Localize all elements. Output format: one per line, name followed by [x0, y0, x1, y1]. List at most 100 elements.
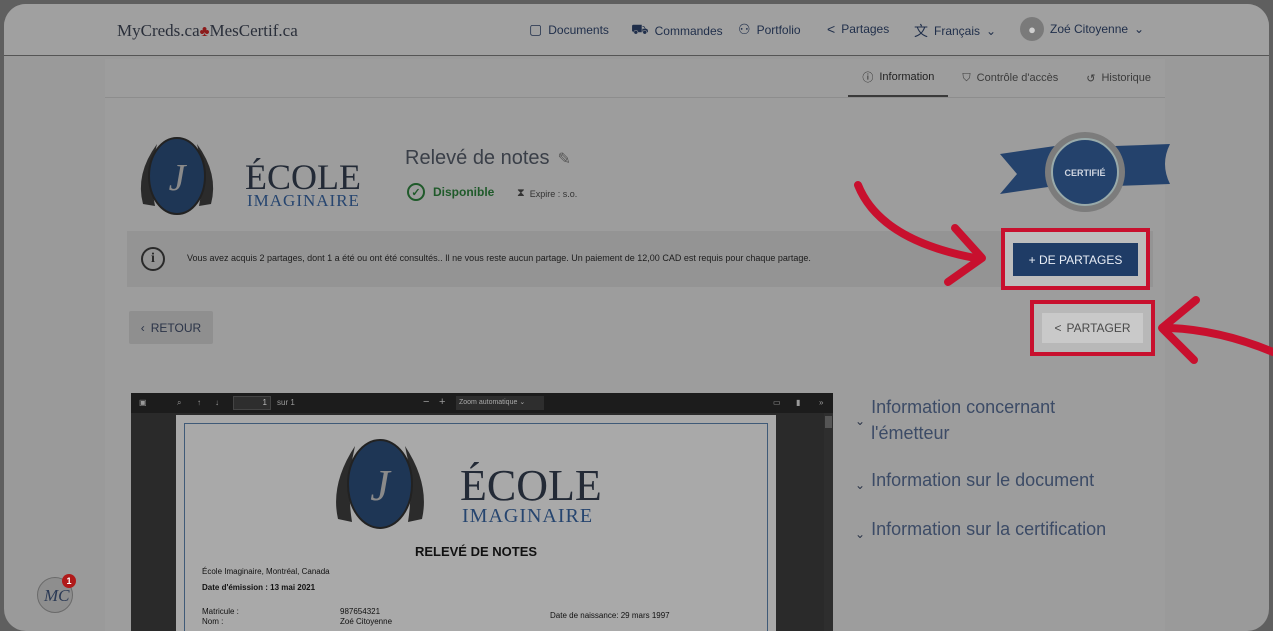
tab-history-label: Historique	[1101, 72, 1151, 84]
detail-tabs: ⓘ Information ⛉ Contrôle d'accès ↺ Histo…	[848, 59, 1165, 97]
hourglass-icon: ⧗	[517, 187, 525, 199]
page-institution-name-bottom: IMAGINAIRE	[462, 505, 593, 527]
bookmark-icon[interactable]: ▮	[796, 398, 800, 407]
page-institution-logo: J ÉCOLE IMAGINAIRE	[336, 439, 602, 529]
share-icon: <	[827, 21, 836, 37]
notification-count-badge: 1	[62, 574, 76, 588]
certified-badge: CERTIFIÉ	[1000, 132, 1170, 212]
transcript-location: École Imaginaire, Montréal, Canada	[202, 567, 330, 576]
pdf-page: J ÉCOLE IMAGINAIRE RELEVÉ DE NOTES École…	[176, 415, 776, 631]
arrow-down-icon[interactable]: ↓	[215, 398, 219, 407]
page-count: sur 1	[277, 398, 295, 407]
status-text: Disponible	[433, 185, 495, 199]
nav-portfolio-label: Portfolio	[756, 22, 801, 37]
brand-logo[interactable]: MyCreds.ca♣MesCertif.ca	[117, 21, 298, 41]
language-dropdown[interactable]: 文 Français ⌄	[914, 21, 996, 41]
accordion-issuer-info[interactable]: ⌄ Information concernant l'émetteur	[855, 394, 1055, 446]
transcript-heading: RELEVÉ DE NOTES	[414, 544, 538, 559]
tab-access-control[interactable]: ⛉ Contrôle d'accès	[948, 59, 1072, 97]
more-shares-highlight: + DE PARTAGES	[1001, 228, 1150, 290]
cart-icon: ⛟	[631, 21, 649, 37]
more-tools-icon[interactable]: »	[819, 398, 823, 407]
share-info-message: Vous avez acquis 2 partages, dont 1 a ét…	[187, 253, 811, 263]
zoom-select[interactable]: Zoom automatique ⌄	[456, 396, 544, 410]
document-icon: ▢	[529, 21, 543, 37]
nav-portfolio[interactable]: ⚇ Portfolio	[738, 21, 801, 38]
zoom-in-icon[interactable]: +	[439, 396, 445, 408]
tab-access-control-label: Contrôle d'accès	[976, 72, 1059, 84]
mycreds-widget-label: MC	[44, 586, 70, 605]
avatar: ●	[1020, 17, 1044, 41]
nav-documents[interactable]: ▢ Documents	[529, 21, 609, 38]
institution-logo: J ÉCOLE IMAGINAIRE	[140, 137, 361, 215]
nav-partages-label: Partages	[841, 22, 890, 36]
tab-information-label: Information	[879, 71, 935, 83]
pencil-icon[interactable]: ✎	[558, 149, 571, 169]
back-button[interactable]: ‹ RETOUR	[129, 311, 213, 344]
expiry-info: ⧗ Expire : s.o.	[517, 187, 577, 200]
pdf-toolbar: ▣ ⌕ ↑ ↓ 1 sur 1 − + Zoom automatique ⌄ ▭…	[131, 393, 833, 413]
chevron-down-icon: ⌄	[855, 414, 866, 428]
accordion-document-label: Information sur le document	[871, 470, 1095, 490]
pdf-scrollbar[interactable]	[824, 413, 833, 631]
arrow-up-icon[interactable]: ↑	[197, 398, 201, 407]
back-button-label: RETOUR	[150, 320, 202, 335]
search-icon[interactable]: ⌕	[177, 398, 181, 408]
institution-name-bottom: IMAGINAIRE	[247, 191, 360, 210]
certified-label: CERTIFIÉ	[1064, 168, 1105, 178]
chevron-down-icon: ⌄	[1134, 22, 1145, 36]
birth-date: Date de naissance: 29 mars 1997	[550, 611, 670, 620]
mycreds-widget[interactable]: MC 1	[37, 574, 76, 613]
chevron-left-icon: ‹	[140, 320, 145, 335]
nav-commandes[interactable]: ⛟ Commandes	[631, 21, 723, 40]
transcript-issue-date: Date d'émission : 13 mai 2021	[202, 583, 316, 592]
zoom-out-icon[interactable]: −	[423, 396, 429, 408]
document-card: ⓘ Information ⛉ Contrôle d'accès ↺ Histo…	[105, 59, 1170, 631]
accordion-issuer-line1: Information concernant	[871, 397, 1056, 417]
document-title-text: Relevé de notes	[405, 147, 550, 169]
status-badge: ✓ Disponible	[407, 183, 494, 201]
check-circle-icon: ✓	[407, 183, 425, 201]
share-icon: <	[1054, 321, 1062, 335]
nom-value: Zoé Citoyenne	[340, 617, 393, 626]
user-menu[interactable]: ● Zoé Citoyenne ⌄	[1020, 17, 1144, 41]
matricule-label: Matricule :	[202, 607, 239, 616]
chevron-down-icon: ⌄	[855, 527, 866, 541]
svg-text:J: J	[370, 461, 392, 510]
share-button[interactable]: < PARTAGER	[1042, 313, 1143, 343]
accordion-certification-info[interactable]: ⌄ Information sur la certification	[855, 519, 1106, 541]
shield-icon: ⛉	[962, 71, 971, 84]
page-number-input[interactable]: 1	[233, 396, 271, 410]
more-shares-button[interactable]: + DE PARTAGES	[1013, 243, 1138, 276]
user-name: Zoé Citoyenne	[1050, 22, 1129, 36]
top-navbar: MyCreds.ca♣MesCertif.ca ▢ Documents ⛟ Co…	[4, 4, 1269, 56]
history-icon: ↺	[1086, 72, 1096, 85]
expiry-text: Expire : s.o.	[529, 188, 578, 199]
maple-leaf-icon: ♣	[199, 24, 210, 40]
presentation-icon[interactable]: ▭	[773, 398, 781, 407]
tab-information[interactable]: ⓘ Information	[848, 59, 949, 97]
pdf-viewer: ▣ ⌕ ↑ ↓ 1 sur 1 − + Zoom automatique ⌄ ▭…	[131, 393, 833, 631]
share-info-alert: i Vous avez acquis 2 partages, dont 1 a …	[127, 231, 1153, 287]
pdf-scroll-thumb[interactable]	[825, 416, 832, 428]
language-icon: 文	[914, 23, 928, 39]
nav-documents-label: Documents	[548, 22, 609, 37]
info-icon: i	[141, 247, 165, 271]
accordion-issuer-line2: l'émetteur	[871, 423, 950, 443]
sidebar-toggle-icon[interactable]: ▣	[139, 398, 147, 407]
people-icon: ⚇	[738, 21, 751, 37]
document-title: Relevé de notes ✎	[405, 147, 571, 170]
share-highlight: < PARTAGER	[1030, 300, 1155, 356]
tabs-divider	[105, 97, 1165, 98]
accordion-certification-label: Information sur la certification	[871, 519, 1107, 539]
nom-label: Nom :	[202, 617, 224, 626]
brand-name-fr: MesCertif.ca	[209, 21, 298, 40]
svg-text:J: J	[169, 157, 188, 199]
brand-name-en: MyCreds.ca	[117, 21, 200, 40]
share-button-label: PARTAGER	[1066, 321, 1131, 335]
nav-commandes-label: Commandes	[654, 23, 723, 38]
accordion-document-info[interactable]: ⌄ Information sur le document	[855, 470, 1094, 492]
info-circle-icon: ⓘ	[862, 72, 874, 84]
tab-history[interactable]: ↺ Historique	[1072, 59, 1165, 97]
nav-partages[interactable]: < Partages	[827, 21, 889, 37]
